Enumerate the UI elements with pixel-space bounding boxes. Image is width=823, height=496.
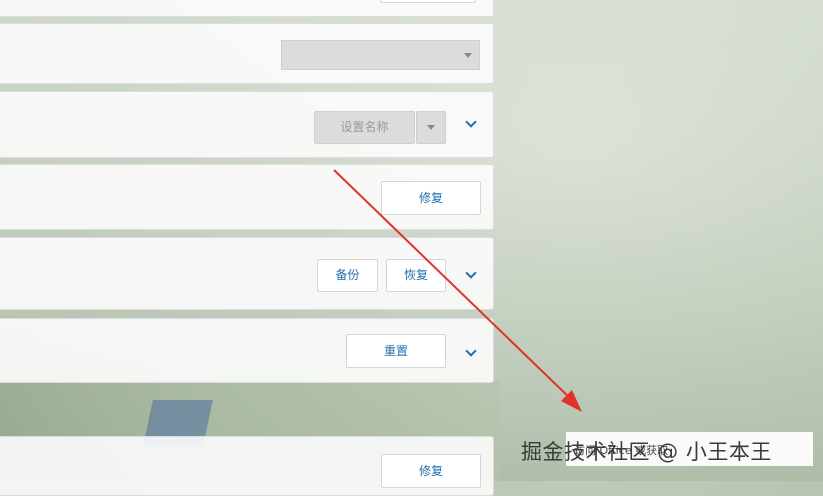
arrow-shaft (333, 169, 575, 403)
annotation-arrow (333, 169, 582, 412)
watermark-text: 掘金技术社区 @ 小王本王 (521, 440, 772, 464)
